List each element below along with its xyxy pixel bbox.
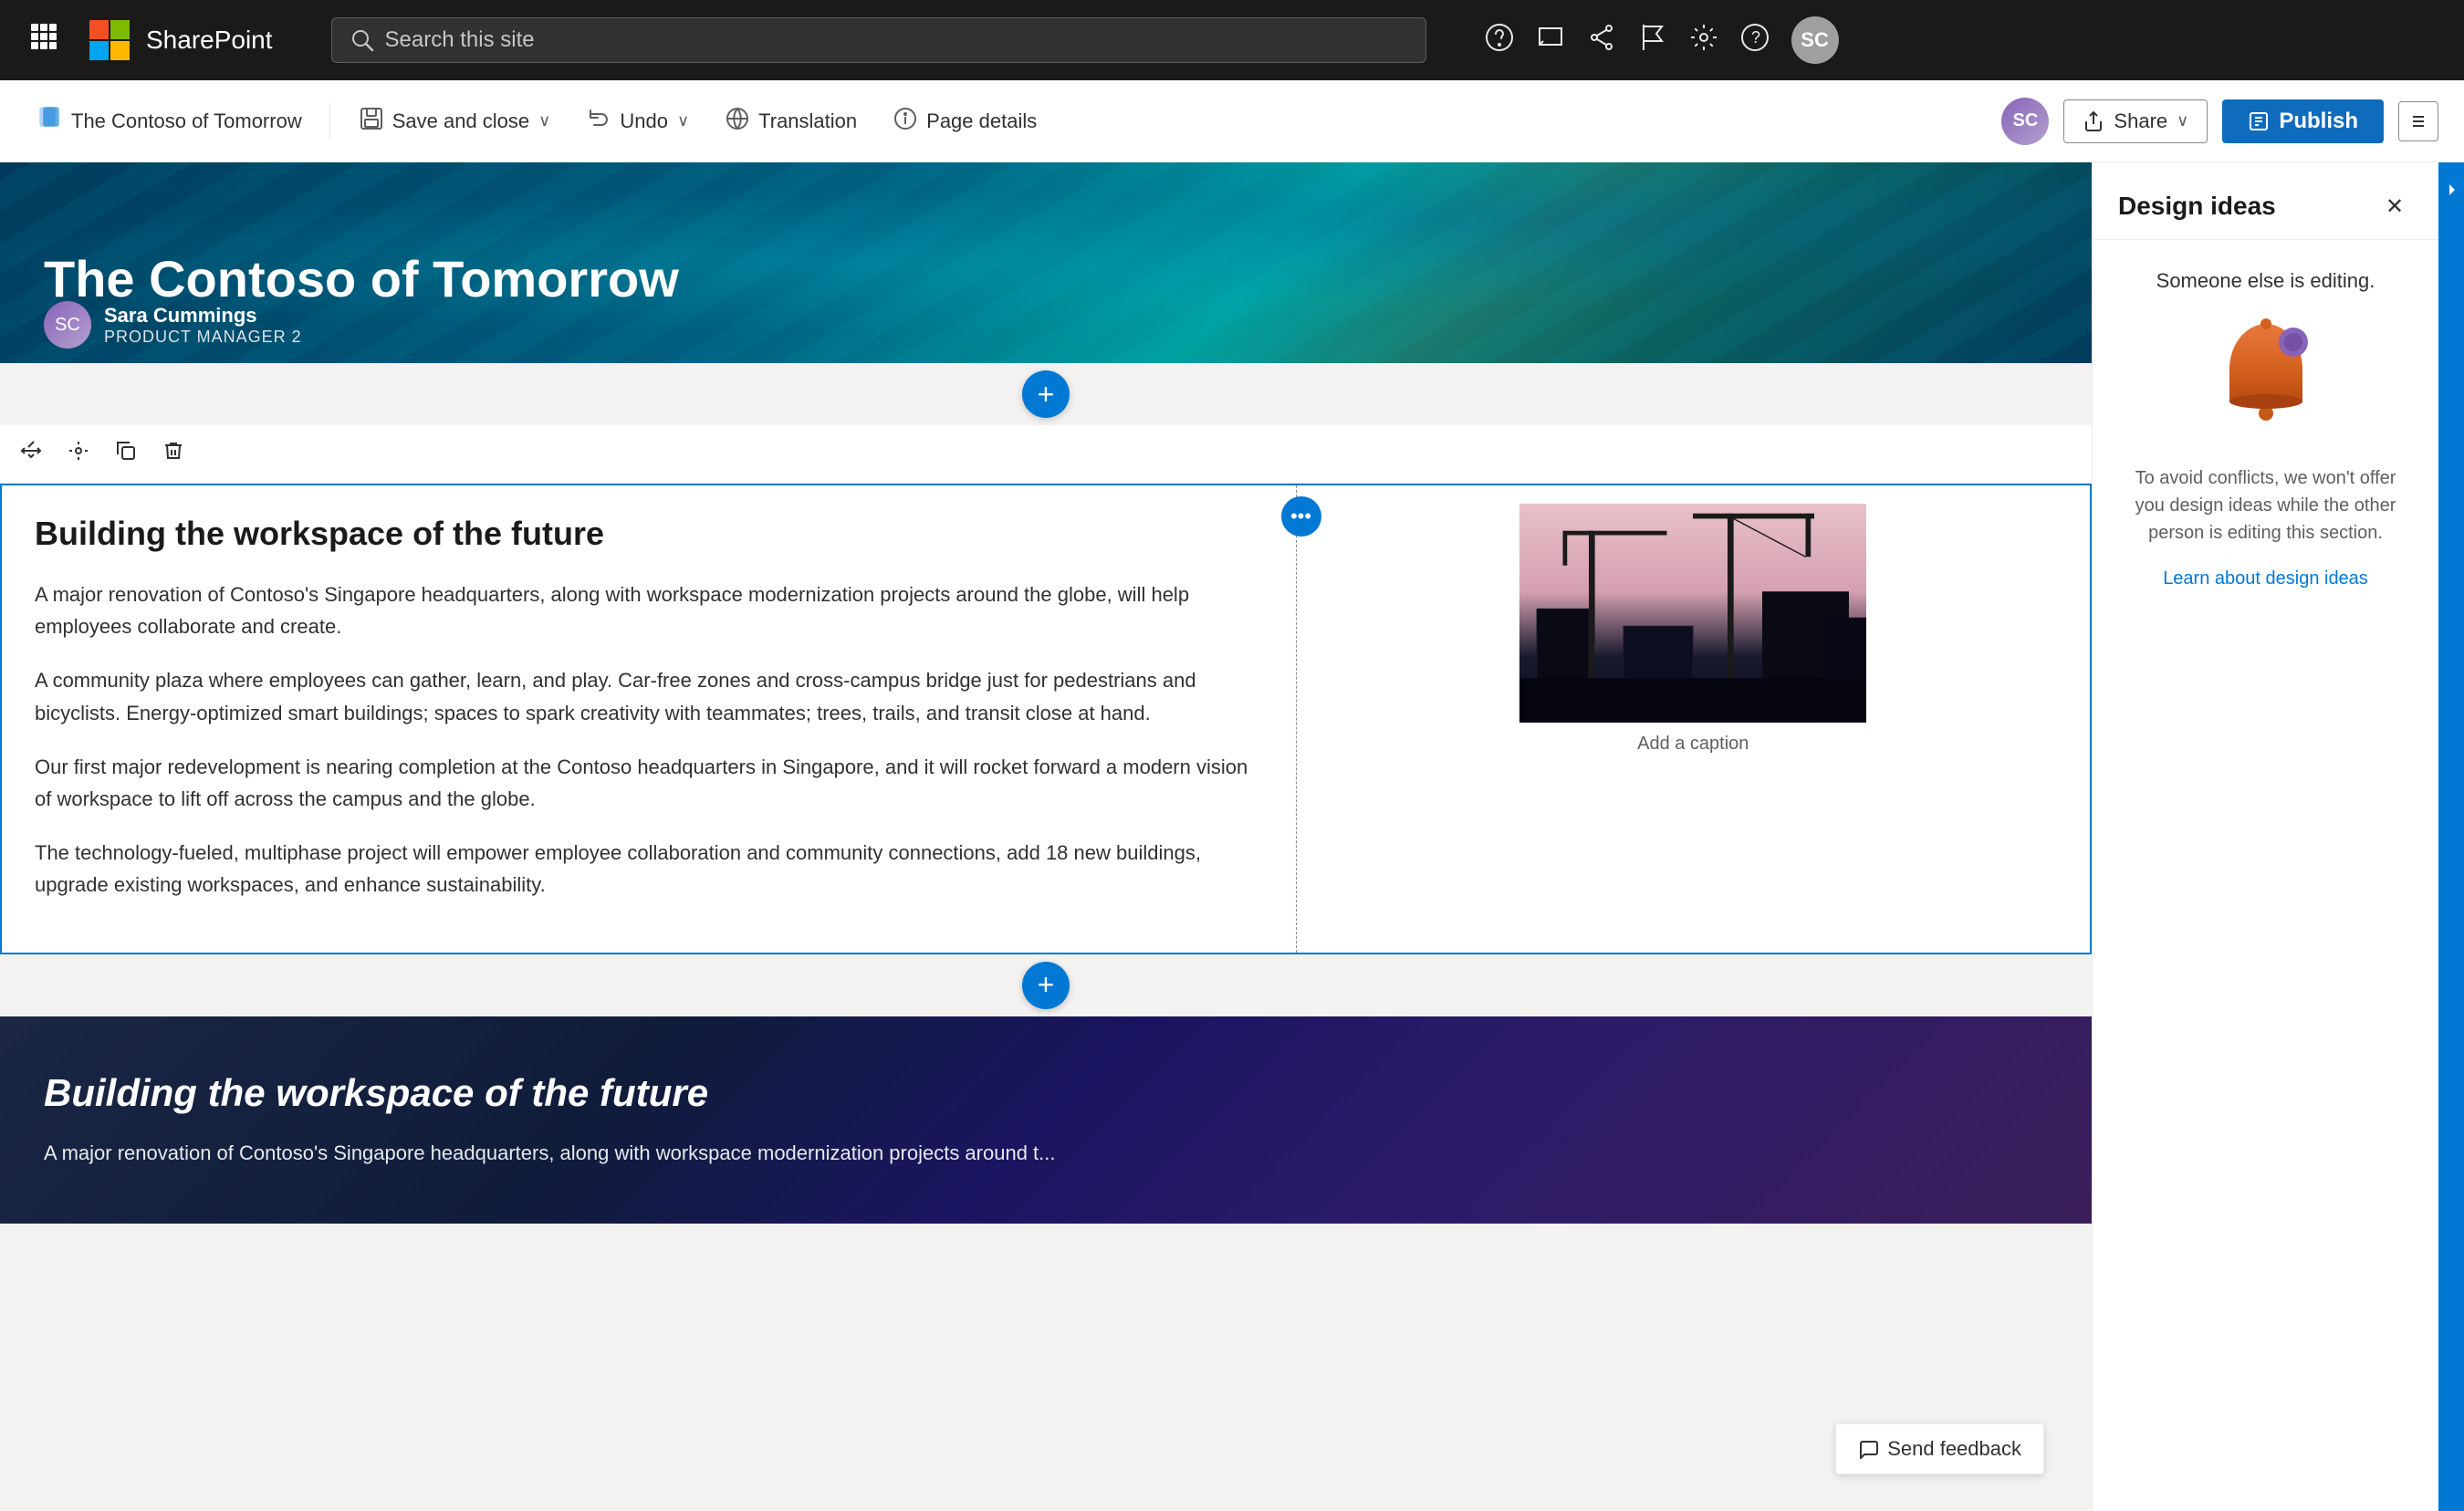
settings-icon[interactable] xyxy=(1689,23,1718,58)
page-content[interactable]: The Contoso of Tomorrow SC Sara Cummings… xyxy=(0,162,2092,1511)
chat-icon[interactable] xyxy=(1536,23,1565,58)
collapse-panel-button[interactable] xyxy=(2398,101,2438,141)
top-navigation: SharePoint xyxy=(0,0,2464,80)
edit-more-button[interactable]: ••• xyxy=(1281,496,1321,537)
content-para-2: A community plaza where employees can ga… xyxy=(35,664,1263,728)
toolbar-divider-1 xyxy=(329,103,330,140)
editor-avatar: SC xyxy=(2001,98,2049,145)
share-label: Share xyxy=(2114,109,2167,133)
page-tab-label: The Contoso of Tomorrow xyxy=(71,109,302,133)
move-section-button[interactable] xyxy=(15,434,47,474)
panel-description: To avoid conflicts, we won't offer you d… xyxy=(2118,464,2413,547)
search-input[interactable] xyxy=(385,27,1407,53)
help-icon[interactable] xyxy=(1485,23,1514,58)
feedback-icon xyxy=(1858,1439,1878,1459)
hero-section: The Contoso of Tomorrow SC Sara Cummings… xyxy=(0,162,2092,363)
search-container xyxy=(331,17,1426,63)
undo-button[interactable]: Undo ∨ xyxy=(572,98,704,145)
undo-label: Undo xyxy=(620,109,668,133)
add-section-bottom: + xyxy=(0,954,2092,1016)
hero-title: The Contoso of Tomorrow xyxy=(44,249,679,308)
user-avatar[interactable]: SC xyxy=(1791,16,1839,64)
svg-text:?: ? xyxy=(1751,28,1760,47)
two-column-layout: ••• Building the workspace of the future… xyxy=(0,484,2092,954)
content-heading: Building the workspace of the future xyxy=(35,515,1263,553)
add-section-button-top[interactable]: + xyxy=(1022,370,1070,418)
delete-section-button[interactable] xyxy=(157,434,190,474)
translation-icon xyxy=(726,107,749,136)
save-and-close-button[interactable]: Save and close ∨ xyxy=(345,98,566,145)
page-tab[interactable]: The Contoso of Tomorrow xyxy=(26,97,315,145)
section-edit-toolbar xyxy=(0,425,2092,484)
save-dropdown-arrow[interactable]: ∨ xyxy=(538,111,550,130)
content-section: ••• Building the workspace of the future… xyxy=(0,425,2092,954)
dark-section: Building the workspace of the future A m… xyxy=(0,1016,2092,1224)
design-ideas-panel: Design ideas ✕ Someone else is editing. xyxy=(2092,162,2438,1511)
image-caption[interactable]: Add a caption xyxy=(1637,734,1749,755)
author-avatar: SC xyxy=(44,301,91,349)
search-box[interactable] xyxy=(331,17,1426,63)
panel-close-button[interactable]: ✕ xyxy=(2376,188,2413,224)
undo-dropdown-arrow[interactable]: ∨ xyxy=(677,111,689,130)
page-toolbar: The Contoso of Tomorrow Save and close ∨… xyxy=(0,80,2464,162)
content-para-4: The technology-fueled, multiphase projec… xyxy=(35,837,1263,901)
topnav-icons: ? SC xyxy=(1485,16,1839,64)
flag-icon[interactable] xyxy=(1638,23,1667,58)
save-icon xyxy=(360,107,383,136)
translation-button[interactable]: Translation xyxy=(711,98,872,145)
app-name: SharePoint xyxy=(146,26,273,55)
search-icon xyxy=(350,28,374,52)
author-info: Sara Cummings Product Manager 2 xyxy=(104,304,302,347)
author-role: Product Manager 2 xyxy=(104,328,302,347)
dark-heading: Building the workspace of the future xyxy=(44,1071,2048,1115)
publish-button[interactable]: Publish xyxy=(2222,99,2384,143)
hero-author: SC Sara Cummings Product Manager 2 xyxy=(44,301,302,349)
waffle-menu-button[interactable] xyxy=(29,21,58,59)
dark-para: A major renovation of Contoso's Singapor… xyxy=(44,1137,2048,1169)
microsoft-logo[interactable]: SharePoint xyxy=(88,18,273,62)
page-details-icon xyxy=(893,107,917,136)
share-button[interactable]: Share ∨ xyxy=(2063,99,2208,143)
question-icon[interactable]: ? xyxy=(1740,23,1770,58)
panel-title: Design ideas xyxy=(2118,192,2276,221)
translation-label: Translation xyxy=(758,109,857,133)
share-dropdown-arrow[interactable]: ∨ xyxy=(2177,111,2188,130)
add-section-button-bottom[interactable]: + xyxy=(1022,962,1070,1009)
send-feedback-button[interactable]: Send feedback xyxy=(1835,1423,2044,1475)
content-para-1: A major renovation of Contoso's Singapor… xyxy=(35,578,1263,642)
section-settings-button[interactable] xyxy=(62,434,95,474)
share-icon[interactable] xyxy=(1587,23,1616,58)
save-and-close-label: Save and close xyxy=(392,109,529,133)
share-btn-icon xyxy=(2083,110,2104,132)
panel-header: Design ideas ✕ xyxy=(2093,162,2438,240)
conflict-illustration xyxy=(2211,315,2321,443)
publish-icon xyxy=(2248,110,2270,132)
page-details-button[interactable]: Page details xyxy=(879,98,1051,145)
toolbar-right: SC Share ∨ Publish xyxy=(2001,98,2438,145)
image-column: Add a caption xyxy=(1297,485,2090,953)
construction-image xyxy=(1519,504,1866,723)
right-panel-tab[interactable] xyxy=(2438,162,2464,1511)
send-feedback-label: Send feedback xyxy=(1887,1437,2021,1461)
panel-body: Someone else is editing. xyxy=(2093,240,2438,619)
duplicate-section-button[interactable] xyxy=(110,434,142,474)
author-name: Sara Cummings xyxy=(104,304,302,328)
content-para-3: Our first major redevelopment is nearing… xyxy=(35,751,1263,815)
main-area: The Contoso of Tomorrow SC Sara Cummings… xyxy=(0,162,2464,1511)
page-icon xyxy=(38,106,62,136)
add-section-top: + xyxy=(0,363,2092,425)
page-details-label: Page details xyxy=(926,109,1037,133)
publish-label: Publish xyxy=(2279,109,2358,134)
undo-icon xyxy=(587,107,611,136)
panel-status: Someone else is editing. xyxy=(2156,269,2375,293)
text-column: ••• Building the workspace of the future… xyxy=(2,485,1297,953)
learn-about-design-ideas-link[interactable]: Learn about design ideas xyxy=(2163,568,2368,589)
